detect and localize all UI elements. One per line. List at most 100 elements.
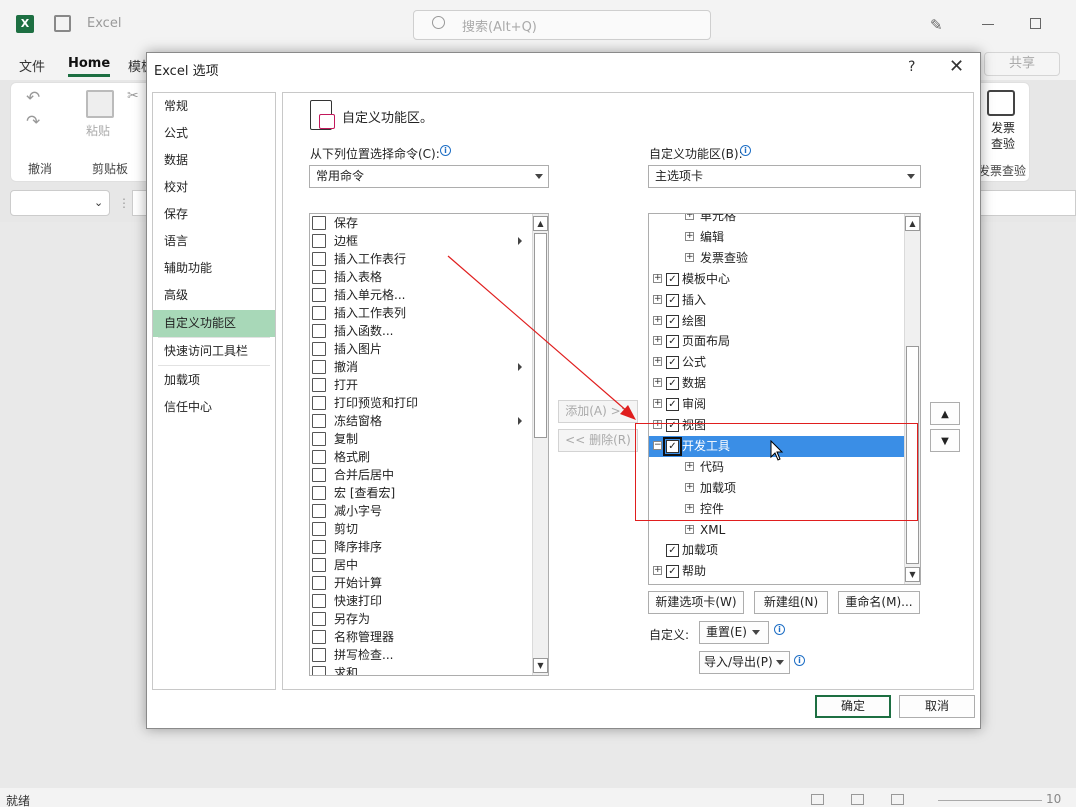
tree-checkbox[interactable]: ✓ <box>666 398 679 412</box>
expand-icon[interactable]: + <box>685 524 694 534</box>
command-item[interactable]: 格式刷 <box>310 448 532 466</box>
chevron-down-icon[interactable] <box>907 174 915 179</box>
command-item[interactable]: 减小字号 <box>310 502 532 520</box>
cut-icon[interactable]: ✂ <box>127 88 139 104</box>
command-item[interactable]: 快速打印 <box>310 592 532 610</box>
command-item[interactable]: 居中 <box>310 556 532 574</box>
info-icon[interactable]: i <box>440 145 451 156</box>
menu-home[interactable]: Home <box>68 56 110 71</box>
tree-checkbox[interactable]: ✓ <box>666 335 679 349</box>
command-item[interactable]: 复制 <box>310 430 532 448</box>
nav-item[interactable]: 加载项 <box>153 367 275 394</box>
help-button[interactable]: ? <box>908 59 915 75</box>
menu-file[interactable]: 文件 <box>19 56 45 75</box>
tree-node[interactable]: + ✓ 帮助 <box>649 561 899 582</box>
expand-icon[interactable]: + <box>653 294 662 304</box>
nav-item[interactable]: 信任中心 <box>153 394 275 421</box>
remove-button[interactable]: << 删除(R) <box>558 429 638 452</box>
tree-node[interactable]: + ✓ 模板中心 <box>649 269 899 290</box>
ok-button[interactable]: 确定 <box>815 695 891 718</box>
ribbon-tree[interactable]: + 单元格 + 编辑 + 发票查验 + ✓ 模板中心 + ✓ 插入 + ✓ 绘图 + ✓ 页面布局 + ✓ 公式 + ✓ 数据… <box>648 213 921 585</box>
expand-icon[interactable]: + <box>653 357 662 367</box>
expand-icon[interactable]: + <box>653 378 662 388</box>
info-icon[interactable]: i <box>740 145 751 156</box>
tree-node[interactable]: + ✓ 审阅 <box>649 394 899 415</box>
pen-icon[interactable]: ✎ <box>930 16 950 34</box>
command-item[interactable]: 求和 <box>310 664 532 675</box>
expand-icon[interactable]: + <box>653 399 662 409</box>
cancel-button[interactable]: 取消 <box>899 695 975 718</box>
nav-item[interactable]: 辅助功能 <box>153 255 275 282</box>
page-layout-view-icon[interactable] <box>851 794 864 805</box>
chevron-down-icon[interactable]: ⌄ <box>94 196 103 209</box>
tree-node[interactable]: + ✓ 绘图 <box>649 311 899 332</box>
zoom-slider[interactable] <box>938 800 1042 801</box>
expand-icon[interactable]: + <box>685 231 694 241</box>
command-item[interactable]: 保存 <box>310 214 532 232</box>
tree-node[interactable]: +✓PDF工具集 <box>649 582 899 584</box>
nav-item[interactable]: 校对 <box>153 174 275 201</box>
nav-item[interactable]: 快速访问工具栏 <box>153 338 275 365</box>
move-up-button[interactable]: ▲ <box>930 402 960 425</box>
new-tab-button[interactable]: 新建选项卡(W) <box>648 591 744 614</box>
tree-checkbox[interactable]: ✓ <box>666 377 679 391</box>
chevron-down-icon[interactable] <box>535 174 543 179</box>
scroll-down-icon[interactable]: ▼ <box>533 658 548 673</box>
move-down-button[interactable]: ▼ <box>930 429 960 452</box>
paste-icon[interactable] <box>86 90 114 118</box>
tree-checkbox[interactable]: ✓ <box>666 272 679 286</box>
nav-item[interactable]: 公式 <box>153 120 275 147</box>
undo-icon[interactable]: ↶ <box>26 88 40 108</box>
redo-icon[interactable]: ↷ <box>26 112 40 132</box>
search-input[interactable] <box>413 10 711 40</box>
command-item[interactable]: 名称管理器 <box>310 628 532 646</box>
nav-item[interactable]: 保存 <box>153 201 275 228</box>
maximize-icon[interactable] <box>1030 18 1041 29</box>
rename-button[interactable]: 重命名(M)... <box>838 591 920 614</box>
nav-item[interactable]: 语言 <box>153 228 275 255</box>
invoice-check-button[interactable]: 发票查验 <box>988 120 1018 152</box>
command-item[interactable]: 合并后居中 <box>310 466 532 484</box>
tree-node[interactable]: + ✓ 数据 <box>649 373 899 394</box>
tree-node[interactable]: + ✓ 插入 <box>649 290 899 311</box>
command-item[interactable]: 边框 <box>310 232 532 250</box>
tree-node[interactable]: + ✓ 页面布局 <box>649 331 899 352</box>
tree-checkbox[interactable]: ✓ <box>666 314 679 328</box>
tree-node[interactable]: + ✓ 公式 <box>649 352 899 373</box>
tree-checkbox[interactable]: ✓ <box>666 356 679 370</box>
close-icon[interactable]: ✕ <box>949 56 964 77</box>
menu-template[interactable]: 模板 <box>128 56 146 75</box>
minimize-icon[interactable] <box>982 24 994 25</box>
choose-commands-combo[interactable]: 常用命令 <box>309 165 549 188</box>
expand-icon[interactable]: + <box>685 252 694 262</box>
expand-icon[interactable]: + <box>653 273 662 283</box>
nav-item[interactable]: 数据 <box>153 147 275 174</box>
command-item[interactable]: 开始计算 <box>310 574 532 592</box>
command-item[interactable]: 剪切 <box>310 520 532 538</box>
info-icon[interactable]: i <box>774 624 785 635</box>
expand-icon[interactable]: + <box>653 566 662 576</box>
tree-node[interactable]: + 编辑 <box>649 227 899 248</box>
nav-item[interactable]: 常规 <box>153 93 275 120</box>
command-item[interactable]: 宏 [查看宏] <box>310 484 532 502</box>
scroll-up-icon[interactable]: ▲ <box>533 216 548 231</box>
chevron-down-icon[interactable] <box>776 660 784 665</box>
tree-node[interactable]: ✓ 加载项 <box>649 540 899 561</box>
expand-icon[interactable]: + <box>653 315 662 325</box>
expand-icon[interactable]: + <box>653 336 662 346</box>
command-item[interactable]: 降序排序 <box>310 538 532 556</box>
share-button[interactable]: 共享 <box>984 52 1060 76</box>
chevron-down-icon[interactable] <box>752 630 760 635</box>
tree-checkbox[interactable]: ✓ <box>666 293 679 307</box>
new-group-button[interactable]: 新建组(N) <box>754 591 828 614</box>
command-item[interactable]: 拼写检查... <box>310 646 532 664</box>
command-item[interactable]: 另存为 <box>310 610 532 628</box>
normal-view-icon[interactable] <box>811 794 824 805</box>
tree-node[interactable]: + 发票查验 <box>649 248 899 269</box>
nav-item[interactable]: 自定义功能区 <box>153 310 275 337</box>
customize-ribbon-combo[interactable]: 主选项卡 <box>648 165 921 188</box>
invoice-check-icon[interactable] <box>987 90 1015 116</box>
save-icon[interactable] <box>54 15 71 32</box>
tree-node[interactable]: + 单元格 <box>649 214 899 227</box>
tree-node[interactable]: + XML <box>649 520 899 541</box>
